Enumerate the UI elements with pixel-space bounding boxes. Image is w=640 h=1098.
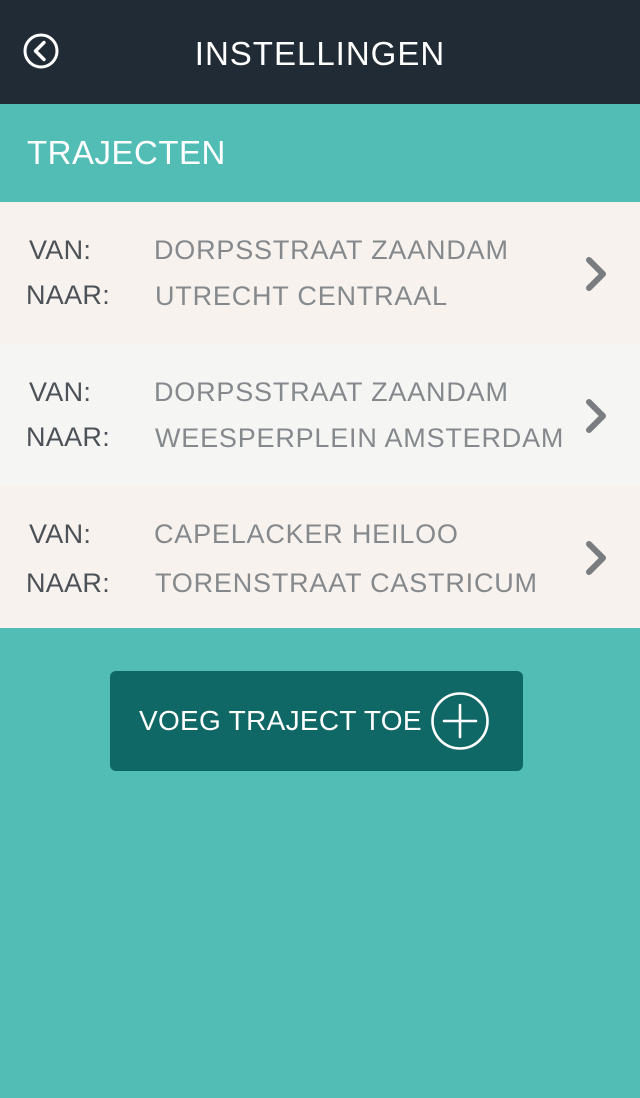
- settings-screen: INSTELLINGEN TRAJECTEN VAN: DORPSSTRAAT …: [0, 0, 640, 1098]
- from-label: VAN:: [29, 519, 92, 549]
- from-value: DORPSSTRAAT ZAANDAM: [154, 235, 509, 265]
- from-value: DORPSSTRAAT ZAANDAM: [154, 377, 509, 407]
- chevron-right-icon: [586, 399, 606, 433]
- to-label: NAAR:: [26, 280, 111, 310]
- page-title: INSTELLINGEN: [194, 35, 446, 72]
- back-circle-icon: [23, 33, 59, 69]
- section-title: TRAJECTEN: [27, 134, 226, 171]
- section-header: TRAJECTEN: [0, 104, 640, 202]
- add-route-label: VOEG TRAJECT TOE: [139, 705, 422, 736]
- chevron-right-icon: [586, 541, 606, 575]
- to-value: WEESPERPLEIN AMSTERDAM: [155, 423, 565, 453]
- top-bar: INSTELLINGEN: [0, 0, 640, 104]
- route-list: VAN: DORPSSTRAAT ZAANDAM NAAR: UTRECHT C…: [0, 202, 640, 628]
- from-value: CAPELACKER HEILOO: [154, 519, 459, 549]
- back-button[interactable]: [18, 28, 64, 74]
- route-item[interactable]: VAN: DORPSSTRAAT ZAANDAM NAAR: WEESPERPL…: [0, 344, 640, 486]
- to-value: UTRECHT CENTRAAL: [155, 281, 448, 311]
- from-label: VAN:: [29, 235, 92, 265]
- plus-circle-icon: [431, 692, 489, 750]
- route-item[interactable]: VAN: DORPSSTRAAT ZAANDAM NAAR: UTRECHT C…: [0, 202, 640, 344]
- to-label: NAAR:: [26, 568, 111, 598]
- from-label: VAN:: [29, 377, 92, 407]
- route-item[interactable]: VAN: CAPELACKER HEILOO NAAR: TORENSTRAAT…: [0, 486, 640, 628]
- chevron-right-icon: [586, 257, 606, 291]
- to-value: TORENSTRAAT CASTRICUM: [155, 568, 538, 598]
- add-route-button[interactable]: VOEG TRAJECT TOE: [110, 671, 523, 771]
- to-label: NAAR:: [26, 422, 111, 452]
